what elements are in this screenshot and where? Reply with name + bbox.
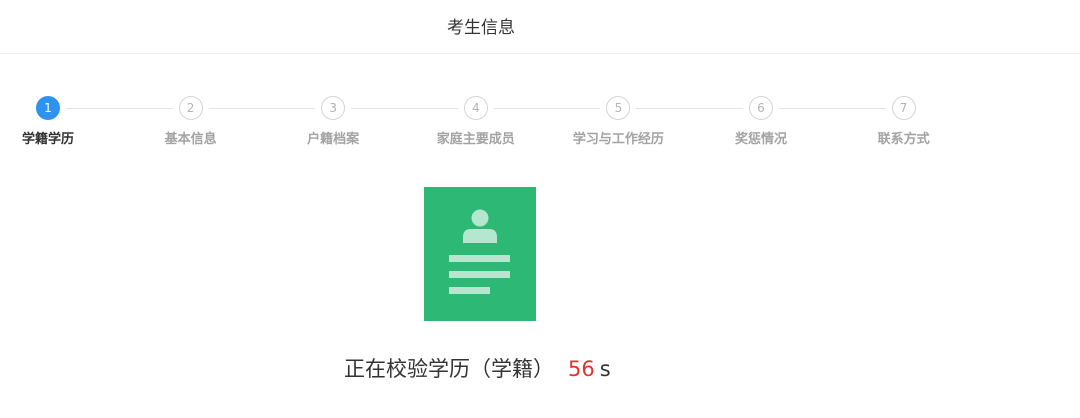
verification-message: 正在校验学历（学籍） <box>344 357 554 381</box>
step-2-indicator: 2 <box>178 96 203 120</box>
avatar-head-shape <box>471 209 489 227</box>
step-7-indicator: 7 <box>891 96 916 120</box>
step-2-label: 基本信息 <box>164 132 217 147</box>
countdown-value: 56 <box>568 357 595 381</box>
step-connector <box>351 108 458 109</box>
avatar-body-shape <box>463 229 497 243</box>
step-connector <box>493 108 601 109</box>
step-4-label: 家庭主要成员 <box>436 132 515 147</box>
step-3-indicator: 3 <box>321 96 346 120</box>
step-3-label: 户籍档案 <box>307 132 360 147</box>
step-connector <box>208 108 316 109</box>
text-line-shape <box>449 255 510 262</box>
text-line-shape <box>449 287 490 294</box>
step-7-label: 联系方式 <box>877 132 930 147</box>
step-connector <box>66 108 173 109</box>
step-6-label: 奖惩情况 <box>734 132 787 147</box>
text-line-shape <box>449 271 510 278</box>
profile-document-icon <box>424 187 536 321</box>
step-6-indicator: 6 <box>749 96 773 120</box>
step-1-indicator: 1 <box>36 96 60 120</box>
step-5-label: 学习与工作经历 <box>572 132 664 147</box>
step-connector <box>636 108 743 109</box>
step-5-indicator: 5 <box>606 96 631 120</box>
verification-status: 正在校验学历（学籍） 56 s <box>344 353 611 383</box>
countdown-unit: s <box>599 357 611 381</box>
profile-document-graphic <box>449 209 510 294</box>
step-progress: 1 学籍学历 2 基本信息 3 户籍档案 4 家庭主要成员 5 学习与工作经历 6 奖惩情况 7 联系方式 <box>0 0 1080 160</box>
page: 考生信息 1 学籍学历 2 基本信息 3 户籍档案 4 家庭主要成员 5 学习与工作经历 6 奖惩情况… <box>0 0 1080 418</box>
step-connector <box>779 108 886 109</box>
step-1-label: 学籍学历 <box>21 132 74 147</box>
step-4-indicator: 4 <box>463 96 488 120</box>
